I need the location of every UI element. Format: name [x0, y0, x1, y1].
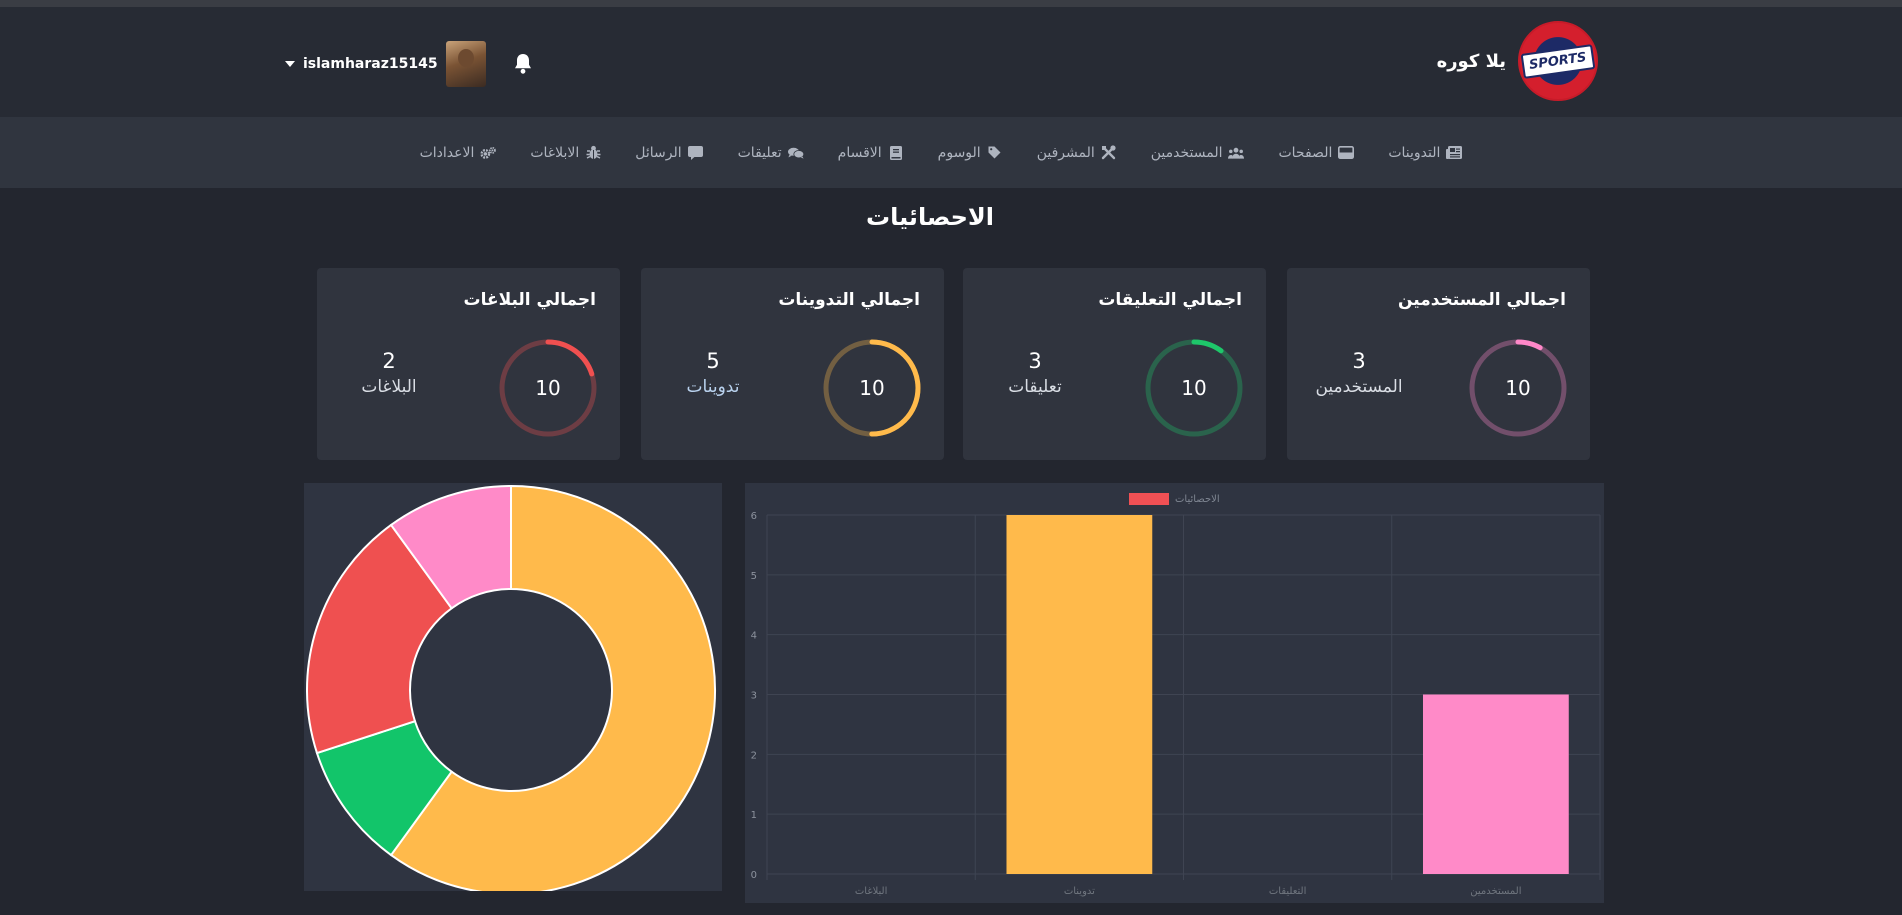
page-title: الاحصائيات: [0, 203, 1902, 231]
book-icon: [888, 145, 904, 160]
username[interactable]: islamharaz15145: [303, 56, 438, 72]
stat-value: 2: [382, 349, 396, 373]
top-header: SPORTS يلا كوره islamharaz15145: [0, 7, 1902, 117]
nav-item-tags[interactable]: الوسوم: [938, 145, 1003, 161]
legend-label: الاحصائيات: [1175, 494, 1220, 505]
nav-label: الاعدادات: [419, 144, 475, 161]
user-menu[interactable]: islamharaz15145: [285, 41, 536, 87]
stat-label: تدوينات: [686, 377, 740, 398]
bar-chart-panel: الاحصائيات 0 1 2 3 4 5 6 البلاغات تدوينات التعليقا…: [745, 483, 1604, 903]
bug-icon: [585, 145, 601, 160]
bar[interactable]: [1006, 515, 1153, 874]
y-tick-label: 0: [751, 870, 757, 881]
bar-chart[interactable]: الاحصائيات 0 1 2 3 4 5 6 البلاغات تدوينات التعليقا…: [745, 483, 1604, 903]
users-icon: [1228, 146, 1245, 160]
x-tick-label: التعليقات: [1269, 886, 1307, 897]
card-title: اجمالي التدوينات: [778, 290, 920, 310]
ring-number: 10: [1181, 376, 1207, 400]
nav-item-users[interactable]: المستخدمين: [1151, 145, 1245, 161]
nav-item-messages[interactable]: الرسائل: [635, 144, 704, 161]
sports-center-logo[interactable]: SPORTS: [1518, 21, 1598, 101]
bar[interactable]: [1422, 694, 1569, 875]
nav-label: التدوينات: [1388, 144, 1441, 161]
ring-number: 10: [535, 376, 561, 400]
nav-item-settings[interactable]: الاعدادات: [420, 145, 497, 161]
window-top-strip: [0, 0, 1902, 7]
stat-value: 3: [1352, 349, 1366, 373]
stat-label: البلاغات: [361, 377, 417, 398]
nav-label: الوسوم: [937, 144, 981, 161]
card-title: اجمالي البلاغات: [463, 290, 597, 310]
nav-label: الرسائل: [635, 144, 682, 161]
caret-down-icon[interactable]: [285, 61, 295, 67]
y-tick-label: 5: [751, 571, 757, 582]
nav-label: الصفحات: [1278, 144, 1333, 161]
newspaper-icon: [1446, 146, 1463, 160]
brand-name: يلا كوره: [1436, 50, 1506, 72]
stat-value: 5: [706, 349, 720, 373]
nav-label: تعليقات: [737, 144, 782, 161]
card-total-reports: اجمالي البلاغات 10 2 البلاغات: [317, 268, 620, 460]
avatar[interactable]: [445, 41, 486, 87]
stat-block: 2 البلاغات: [339, 349, 439, 398]
ring-number: 10: [859, 376, 885, 400]
y-tick-label: 2: [751, 750, 757, 761]
tools-icon: [1101, 145, 1117, 160]
y-tick-label: 6: [751, 511, 757, 522]
comments-icon: [787, 146, 804, 160]
x-tick-label: تدوينات: [1064, 886, 1095, 897]
card-total-posts: اجمالي التدوينات 10 5 تدوينات: [641, 268, 944, 460]
card-total-comments: اجمالي التعليقات 10 3 تعليقات: [963, 268, 1266, 460]
stat-label: المستخدمين: [1315, 377, 1403, 398]
stat-value: 3: [1028, 349, 1042, 373]
nav-item-comments[interactable]: تعليقات: [738, 145, 804, 161]
x-tick-label: البلاغات: [855, 886, 888, 897]
bell-icon[interactable]: [510, 51, 536, 77]
y-tick-label: 4: [751, 631, 757, 642]
brand[interactable]: SPORTS يلا كوره: [1437, 21, 1598, 101]
message-icon: [688, 145, 704, 160]
nav-label: المستخدمين: [1150, 144, 1223, 161]
nav-item-reports[interactable]: الابلاغات: [530, 145, 601, 161]
nav-item-admins[interactable]: المشرفين: [1037, 145, 1117, 161]
legend-swatch: [1129, 493, 1169, 505]
card-title: اجمالي التعليقات: [1098, 290, 1242, 310]
donut-chart-panel: [304, 483, 722, 891]
main-nav: التدوينات الصفحات المستخدمين المشرفين ال…: [0, 117, 1902, 188]
card-title: اجمالي المستخدمين: [1397, 290, 1566, 310]
y-tick-label: 3: [751, 691, 757, 702]
logo-text: SPORTS: [1520, 43, 1596, 79]
gears-icon: [480, 146, 497, 160]
stat-block: 3 المستخدمين: [1309, 349, 1409, 398]
nav-label: المشرفين: [1036, 144, 1095, 161]
page-title-text: الاحصائيات: [866, 203, 994, 231]
nav-item-pages[interactable]: الصفحات: [1278, 144, 1355, 161]
nav-item-posts[interactable]: التدوينات: [1388, 144, 1463, 161]
x-tick-label: المستخدمين: [1470, 886, 1521, 897]
stat-block: 3 تعليقات: [985, 349, 1085, 398]
nav-label: الابلاغات: [530, 144, 580, 161]
donut-chart[interactable]: [304, 483, 722, 891]
nav-item-sections[interactable]: الاقسام: [838, 145, 904, 161]
ring-number: 10: [1505, 376, 1531, 400]
nav-label: الاقسام: [837, 144, 882, 161]
stat-label: تعليقات: [1008, 377, 1062, 398]
y-tick-label: 1: [751, 810, 757, 821]
window-icon: [1338, 146, 1355, 160]
card-total-users: اجمالي المستخدمين 10 3 المستخدمين: [1287, 268, 1590, 460]
stat-block: 5 تدوينات: [663, 349, 763, 398]
tag-icon: [987, 146, 1003, 160]
